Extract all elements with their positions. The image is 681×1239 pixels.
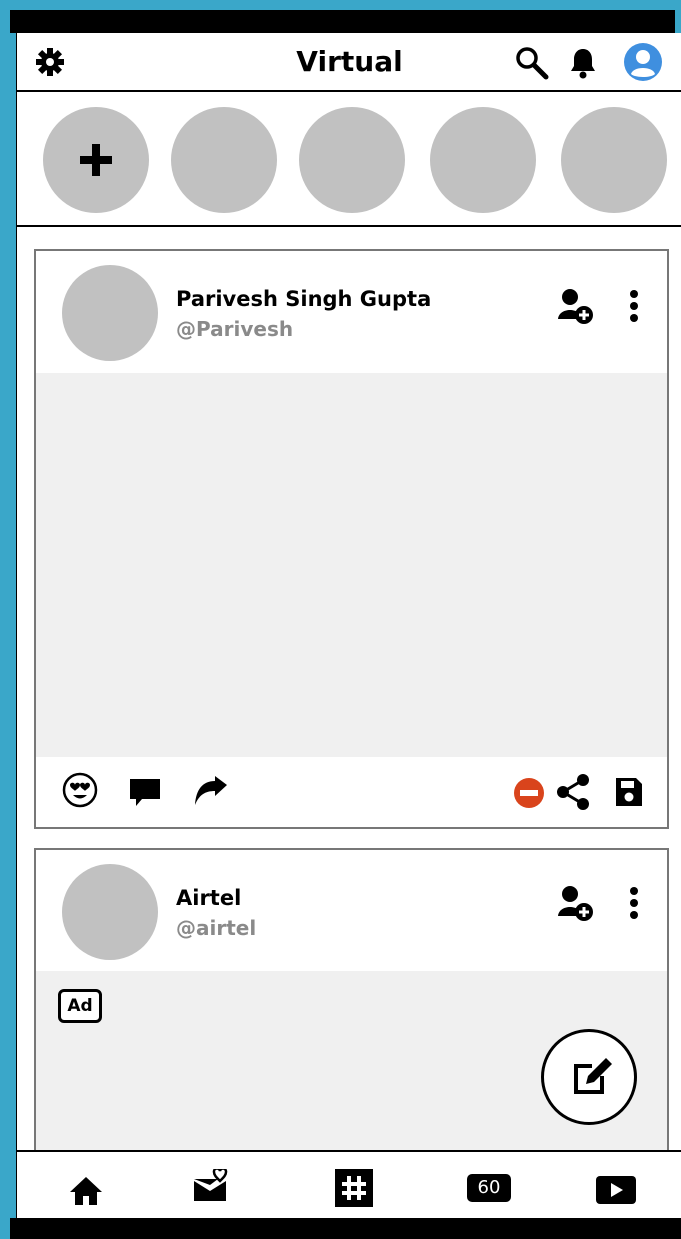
user-circle-icon[interactable]	[622, 41, 664, 83]
block-icon[interactable]	[513, 777, 545, 809]
more-options-icon[interactable]	[628, 886, 640, 920]
plus-icon	[80, 144, 112, 176]
share-forward-icon[interactable]	[193, 775, 229, 807]
avatar[interactable]	[62, 265, 158, 361]
comment-icon[interactable]	[128, 777, 162, 809]
post-card: Airtel @airtel Ad	[34, 848, 669, 1172]
compose-button[interactable]	[541, 1029, 637, 1125]
story-item[interactable]	[561, 107, 667, 213]
add-friend-icon[interactable]	[556, 884, 594, 922]
search-icon[interactable]	[514, 45, 550, 81]
love-emoji-icon[interactable]	[62, 772, 98, 808]
story-item[interactable]	[171, 107, 277, 213]
edit-icon	[574, 1058, 612, 1094]
more-options-icon[interactable]	[628, 289, 640, 323]
phone-screen: Virtual Parivesh Singh Gupta @Parivesh A…	[16, 33, 681, 1239]
story-item[interactable]	[299, 107, 405, 213]
post-author[interactable]: Parivesh Singh Gupta	[176, 287, 431, 311]
system-bar	[10, 1218, 681, 1239]
status-bar	[10, 10, 675, 33]
bell-icon[interactable]	[569, 47, 597, 79]
stories-row	[17, 92, 681, 227]
app-header: Virtual	[17, 33, 681, 92]
video-play-icon[interactable]	[596, 1176, 636, 1204]
love-mail-icon[interactable]	[192, 1169, 232, 1205]
post-handle[interactable]: @airtel	[176, 916, 256, 940]
post-media[interactable]	[36, 373, 667, 757]
post-handle[interactable]: @Parivesh	[176, 317, 293, 341]
home-icon[interactable]	[68, 1175, 104, 1207]
avatar[interactable]	[62, 864, 158, 960]
post-author[interactable]: Airtel	[176, 886, 241, 910]
add-story-button[interactable]	[43, 107, 149, 213]
add-friend-icon[interactable]	[556, 287, 594, 325]
ad-badge: Ad	[58, 989, 102, 1023]
hashtag-icon[interactable]	[335, 1169, 373, 1207]
share-icon[interactable]	[555, 773, 591, 811]
bottom-nav: 60	[17, 1150, 681, 1220]
save-icon[interactable]	[614, 776, 644, 808]
post-card: Parivesh Singh Gupta @Parivesh	[34, 249, 669, 829]
sixty-icon[interactable]: 60	[467, 1174, 511, 1202]
story-item[interactable]	[430, 107, 536, 213]
